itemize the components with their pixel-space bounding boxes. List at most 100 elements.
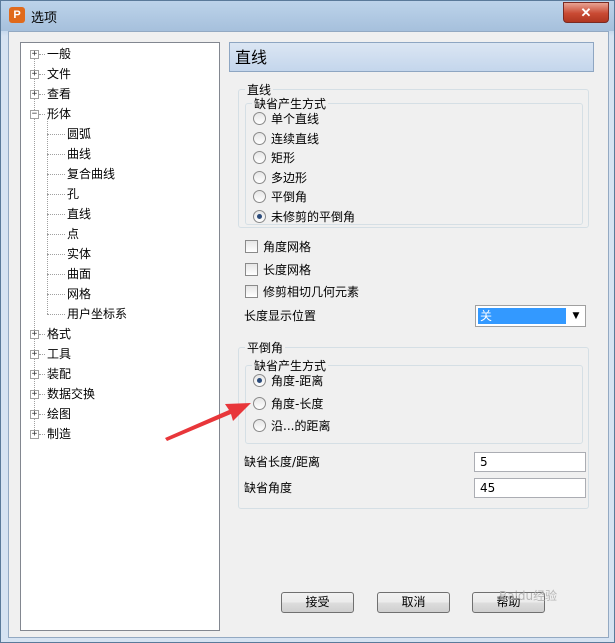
dialog-client: + 一般 + 文件 + 查看 − 形体 圆弧 曲线 复合曲线孔直线点实体 曲面 网格 用户坐标系 + 格式 + 工… <box>8 31 609 638</box>
radio-button[interactable] <box>253 210 266 223</box>
tree-connector <box>47 214 65 215</box>
length-display-value: 关 <box>478 308 566 324</box>
checkbox-box[interactable] <box>245 240 258 253</box>
expand-toggle-icon[interactable]: + <box>30 50 39 59</box>
tree-item[interactable]: 查看 <box>47 85 71 103</box>
trim-tangent-label: 修剪相切几何元素 <box>263 285 360 299</box>
options-dialog: P 选项 ✕ + 一般 + 文件 + 查看 − 形体 圆弧 曲线 复合曲线孔直线点实体 曲面 网格 用户坐… <box>0 0 615 643</box>
tree-child-item[interactable]: 曲线 <box>67 145 91 163</box>
window-title: 选项 <box>31 11 58 26</box>
line-group-label: 直线 <box>245 83 274 97</box>
tree-item[interactable]: 工具 <box>47 345 71 363</box>
tree-connector <box>39 114 45 115</box>
expand-toggle-icon[interactable]: + <box>30 390 39 399</box>
tree-child-item[interactable]: 实体 <box>67 245 91 263</box>
chevron-down-icon[interactable]: ▼ <box>567 306 585 326</box>
angle-grid-label: 角度网格 <box>263 240 312 254</box>
length-display-select[interactable]: 关 ▼ <box>475 305 586 327</box>
length-grid-checkbox[interactable]: 长度网格 <box>245 262 311 278</box>
ok-button[interactable]: 接受 <box>281 592 354 613</box>
default-length-input[interactable]: 5 <box>474 452 586 472</box>
tree-connector <box>39 94 45 95</box>
tree-child-item[interactable]: 用户坐标系 <box>67 305 127 323</box>
tree-connector <box>39 334 45 335</box>
tree-item[interactable]: 文件 <box>47 65 71 83</box>
tree-connector <box>47 194 65 195</box>
expand-toggle-icon[interactable]: + <box>30 350 39 359</box>
expand-toggle-icon[interactable]: + <box>30 70 39 79</box>
default-length-label: 缺省长度/距离 <box>244 455 321 469</box>
chamfer-mode-radio[interactable]: 角度-长度 <box>253 396 323 412</box>
expand-toggle-icon[interactable]: + <box>30 330 39 339</box>
tree-connector <box>47 234 65 235</box>
radio-button[interactable] <box>253 170 266 184</box>
tree-item[interactable]: 格式 <box>47 325 71 343</box>
radio-label: 平倒角 <box>271 190 308 205</box>
default-angle-input[interactable]: 45 <box>474 478 586 498</box>
tree-connector <box>39 394 45 395</box>
trim-tangent-checkbox[interactable]: 修剪相切几何元素 <box>245 284 359 300</box>
line-mode-radio[interactable]: 单个直线 <box>253 111 319 127</box>
tree-child-item[interactable]: 复合曲线 <box>67 165 115 183</box>
radio-label: 沿...的距离 <box>271 419 331 433</box>
line-mode-radio[interactable]: 多边形 <box>253 170 307 186</box>
radio-button[interactable] <box>253 151 266 165</box>
line-mode-radio[interactable]: 平倒角 <box>253 189 307 205</box>
chamfer-mode-radio[interactable]: 角度-距离 <box>253 373 323 389</box>
tree-item[interactable]: 绘图 <box>47 405 71 423</box>
line-mode-radio[interactable]: 连续直线 <box>253 131 319 147</box>
page-title: 直线 <box>229 42 594 72</box>
radio-label: 矩形 <box>271 151 296 166</box>
tree-child-item[interactable]: 圆弧 <box>67 125 91 143</box>
tree-item[interactable]: 一般 <box>47 45 71 63</box>
tree-connector <box>47 154 65 155</box>
expand-toggle-icon[interactable]: + <box>30 410 39 419</box>
tree-item[interactable]: 数据交换 <box>47 385 95 403</box>
expand-toggle-icon[interactable]: + <box>30 430 39 439</box>
tree-child-item[interactable]: 孔 <box>67 185 79 203</box>
tree-connector <box>39 74 45 75</box>
default-angle-label: 缺省角度 <box>244 481 293 495</box>
radio-button[interactable] <box>253 374 266 387</box>
radio-label: 连续直线 <box>271 131 320 146</box>
expand-toggle-icon[interactable]: + <box>30 370 39 379</box>
tree-connector <box>39 414 45 415</box>
radio-label: 角度-距离 <box>271 374 324 388</box>
radio-button[interactable] <box>253 112 266 125</box>
annotation-arrow-icon <box>165 403 251 441</box>
tree-connector <box>47 134 65 135</box>
close-button[interactable]: ✕ <box>563 2 609 23</box>
radio-label: 未修剪的平倒角 <box>271 210 356 224</box>
tree-child-item[interactable]: 曲面 <box>67 265 91 283</box>
tree-item[interactable]: 制造 <box>47 425 71 443</box>
cancel-button[interactable]: 取消 <box>377 592 450 613</box>
tree-item[interactable]: 装配 <box>47 365 71 383</box>
tree-connector <box>47 274 65 275</box>
tree-connector <box>39 54 45 55</box>
angle-grid-checkbox[interactable]: 角度网格 <box>245 239 311 255</box>
tree-connector <box>47 119 48 314</box>
expand-toggle-icon[interactable]: + <box>30 90 39 99</box>
title-bar: P 选项 ✕ <box>1 1 614 31</box>
checkbox-box[interactable] <box>245 263 258 276</box>
length-grid-label: 长度网格 <box>263 263 312 277</box>
tree-connector <box>47 254 65 255</box>
tree-child-item[interactable]: 网格 <box>67 285 91 303</box>
tree-child-item[interactable]: 直线 <box>67 205 91 223</box>
collapse-toggle-icon[interactable]: − <box>30 110 39 119</box>
radio-button[interactable] <box>253 131 266 145</box>
tree-item[interactable]: 形体 <box>47 105 71 123</box>
tree-connector <box>47 174 65 175</box>
radio-label: 角度-长度 <box>271 396 324 411</box>
chamfer-group-label: 平倒角 <box>245 341 286 355</box>
tree-connector <box>47 314 65 315</box>
radio-label: 多边形 <box>271 170 308 185</box>
line-mode-label: 缺省产生方式 <box>252 97 329 111</box>
tree-child-item[interactable]: 点 <box>67 225 79 243</box>
options-tree[interactable]: + 一般 + 文件 + 查看 − 形体圆弧曲线复合曲线孔直线点实体曲面网格用户坐标系 + 格式 + 工… <box>20 42 220 631</box>
checkbox-box[interactable] <box>245 285 258 298</box>
line-mode-radio[interactable]: 未修剪的平倒角 <box>253 209 355 225</box>
radio-button[interactable] <box>253 190 266 204</box>
line-mode-radio[interactable]: 矩形 <box>253 150 295 166</box>
chamfer-mode-radio[interactable]: 沿...的距离 <box>253 418 330 434</box>
